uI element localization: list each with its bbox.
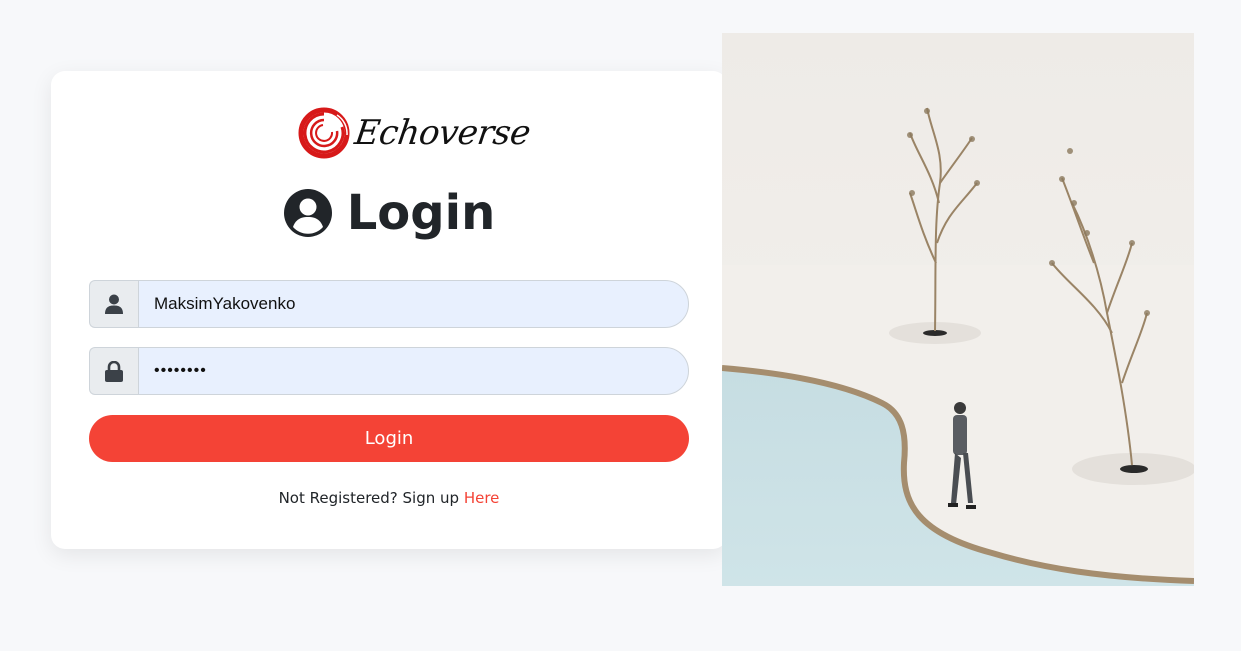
brand-logo: Echoverse: [297, 105, 533, 161]
page-title: Login: [346, 185, 496, 241]
password-addon: [89, 347, 138, 395]
password-field: [89, 347, 689, 395]
page-heading: Login: [51, 183, 727, 243]
brand-name: Echoverse: [352, 113, 533, 153]
login-card: Echoverse Login Login Not Registered: [51, 71, 727, 549]
password-input[interactable]: [138, 347, 689, 395]
user-circle-icon: [283, 189, 332, 237]
hero-image: [722, 33, 1194, 586]
signup-link[interactable]: Here: [464, 489, 500, 507]
hero-illustration: [722, 33, 1194, 586]
signup-prompt: Not Registered? Sign up Here: [51, 489, 727, 507]
logo-swirl-icon: [298, 107, 350, 159]
username-input[interactable]: [138, 280, 689, 328]
username-addon: [89, 280, 138, 328]
username-field: [89, 280, 689, 328]
user-icon: [105, 294, 123, 314]
lock-icon: [105, 360, 123, 382]
login-button[interactable]: Login: [89, 415, 689, 462]
signup-text: Not Registered? Sign up: [278, 489, 460, 507]
